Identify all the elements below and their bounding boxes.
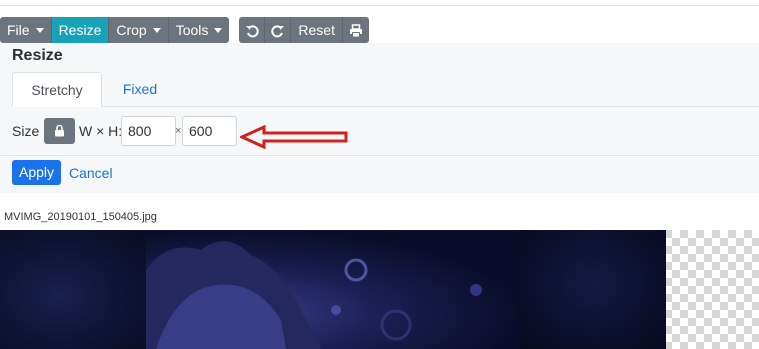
resize-panel: Resize Stretchy Fixed Size W × H: × Appl…	[0, 43, 759, 193]
rotate-right-icon	[271, 25, 284, 38]
lock-aspect-button[interactable]	[44, 118, 75, 144]
rotate-left-icon	[245, 25, 259, 38]
photo-blur-left	[0, 230, 146, 349]
image-filename: MVIMG_20190101_150405.jpg	[4, 211, 157, 223]
divider	[0, 155, 759, 156]
lock-icon	[55, 124, 64, 137]
file-menu-label: File	[7, 22, 30, 38]
resize-label: Resize	[58, 22, 102, 38]
coral-rock-shape	[146, 241, 482, 349]
tools-menu-button[interactable]: Tools	[168, 17, 230, 43]
menu-bar: File Resize Crop Tools Reset	[0, 17, 369, 43]
photo-blur-right	[520, 230, 666, 349]
rotate-right-button[interactable]	[265, 17, 292, 43]
tab-fixed[interactable]: Fixed	[120, 72, 160, 107]
crop-menu-button[interactable]: Crop	[109, 17, 169, 43]
file-menu-button[interactable]: File	[0, 17, 52, 43]
panel-title: Resize	[12, 47, 63, 64]
print-icon	[349, 24, 362, 38]
width-input[interactable]	[121, 116, 176, 146]
image-canvas[interactable]	[0, 230, 759, 349]
tools-menu-label: Tools	[175, 22, 209, 38]
height-input[interactable]	[182, 116, 237, 146]
print-button[interactable]	[342, 17, 369, 43]
menu-group-actions: Reset	[239, 17, 369, 43]
times-sign: ×	[175, 125, 182, 137]
crop-menu-label: Crop	[116, 22, 147, 38]
apply-button[interactable]: Apply	[12, 160, 61, 185]
menu-group-main: File Resize Crop Tools	[0, 17, 230, 43]
chevron-down-icon	[35, 28, 44, 33]
photo-center	[146, 230, 520, 349]
resize-mode-tabs: Stretchy Fixed	[12, 72, 759, 107]
cancel-link[interactable]: Cancel	[69, 165, 113, 181]
rotate-left-button[interactable]	[239, 17, 266, 43]
top-band	[0, 0, 759, 6]
arrow-left-annotation	[240, 125, 348, 149]
wh-label: W × H:	[79, 123, 123, 139]
chevron-down-icon	[214, 28, 223, 33]
reset-label: Reset	[298, 22, 335, 38]
aquarium-photo	[0, 230, 666, 349]
reset-button[interactable]: Reset	[291, 17, 343, 43]
size-label: Size	[12, 123, 40, 139]
resize-button[interactable]: Resize	[51, 17, 110, 43]
size-row: Size W × H: ×	[0, 116, 759, 149]
tab-stretchy[interactable]: Stretchy	[12, 72, 102, 107]
chevron-down-icon	[152, 28, 161, 33]
